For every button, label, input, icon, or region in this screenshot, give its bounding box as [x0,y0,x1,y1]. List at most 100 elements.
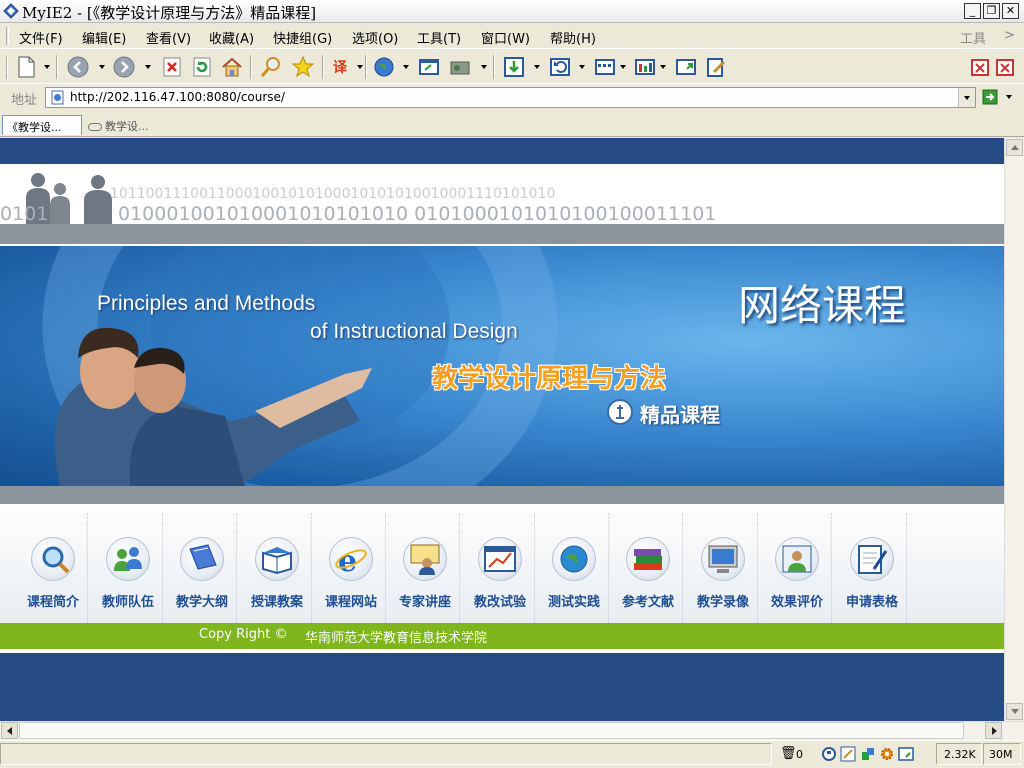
brush-icon[interactable] [840,746,856,762]
filter-icon[interactable] [633,55,657,79]
proxy-icon[interactable] [448,55,472,79]
nav-item[interactable]: 教改试验 [461,513,535,623]
menu-tools[interactable]: 工具(T) [417,28,461,47]
address-input[interactable]: http://202.116.47.100:8080/course/ [45,87,976,108]
scroll-thumb[interactable] [19,722,964,739]
nav-item[interactable]: 授课教案 [238,513,312,623]
nav-item[interactable]: 专家讲座 [386,513,460,623]
tab-inactive[interactable]: 教学设... [84,115,164,135]
nav-item-label: 教学大纲 [175,595,228,610]
chevron-right-icon[interactable]: > [1004,28,1015,43]
menu-file[interactable]: 文件(F) [19,28,63,47]
horizontal-scrollbar[interactable] [0,721,1024,740]
trash-icon[interactable]: 🗑 [780,746,797,761]
svg-text:译: 译 [333,60,348,76]
close-icon: ✕ [1005,4,1016,17]
back-dropdown[interactable] [99,65,105,69]
toolbar-separator [365,55,367,79]
window-icon[interactable] [898,746,914,762]
nav-item[interactable]: 效果评价 [758,513,832,623]
scroll-down-button[interactable] [1006,703,1023,720]
nav-item[interactable]: 申请表格 [833,513,907,623]
home-icon[interactable] [220,55,244,79]
close-button[interactable]: ✕ [1002,3,1019,19]
grey-band-bottom [0,486,1004,504]
scroll-left-button[interactable] [1,722,18,739]
menu-favorites[interactable]: 收藏(A) [209,28,254,47]
nav-item[interactable]: e 课程网站 [312,513,386,623]
tab-active[interactable]: 《教学设... [2,115,82,135]
refresh-icon[interactable] [190,55,214,79]
nav-item[interactable]: 教师队伍 [89,513,163,623]
restore-button[interactable]: ❐ [983,3,1000,19]
new-window-icon[interactable] [14,55,38,79]
page-icon [51,90,64,105]
download-dropdown[interactable] [534,65,540,69]
address-dropdown-button[interactable] [958,88,975,107]
menu-options[interactable]: 选项(O) [352,28,398,47]
toolbar-grip[interactable] [6,55,8,79]
menu-edit[interactable]: 编辑(E) [82,28,126,47]
svg-text:e: e [338,544,357,579]
close-all-icon[interactable] [970,55,990,79]
edit-icon[interactable] [704,55,728,79]
undo-icon[interactable] [548,55,572,79]
menu-window[interactable]: 窗口(W) [481,28,530,47]
translate-dropdown[interactable] [357,65,363,69]
computer-monitor-icon [708,545,738,573]
nav-item[interactable]: 课程简介 [14,513,88,623]
nav-item[interactable]: 教学录像 [684,513,758,623]
back-icon[interactable] [66,55,90,79]
favorites-star-icon[interactable] [291,55,315,79]
nav-item-label: 课程网站 [324,595,377,610]
go-dropdown[interactable] [1006,95,1012,99]
grey-band-top [0,224,1004,244]
menu-grip[interactable] [6,27,9,45]
nav-icon-badge [701,537,745,581]
scroll-up-button[interactable] [1006,139,1023,156]
nav-icon-badge [552,537,596,581]
filter-dropdown[interactable] [660,65,666,69]
globe-dropdown[interactable] [403,65,409,69]
vertical-scrollbar[interactable] [1004,138,1024,721]
menu-groups[interactable]: 快捷组(G) [273,28,332,47]
plugin-icon[interactable] [860,746,876,762]
forward-icon[interactable] [112,55,136,79]
nav-item[interactable]: 教学大纲 [163,513,237,623]
menu-view[interactable]: 查看(V) [146,28,191,47]
translate-icon[interactable]: 译 [332,55,356,79]
stop-icon[interactable] [160,55,184,79]
layout-dropdown[interactable] [620,65,626,69]
proxy-dropdown[interactable] [481,65,487,69]
open-window-icon[interactable] [417,55,441,79]
layout-icon[interactable] [593,55,617,79]
gear-icon[interactable] [879,746,895,762]
download-icon[interactable] [502,55,526,79]
toolbar-separator [250,55,252,79]
popup-filter-icon[interactable] [821,746,837,762]
globe-icon[interactable] [372,55,396,79]
undo-dropdown[interactable] [579,65,585,69]
go-icon[interactable] [982,89,998,105]
new-window-dropdown[interactable] [44,65,50,69]
nav-item[interactable]: 参考文献 [609,513,683,623]
binary-line-1: 1011001110011000100101010001010101001000… [110,186,556,202]
minimize-button[interactable]: _ [964,3,981,19]
memory-panel: 30M [983,743,1021,765]
nav-icon-badge [180,537,224,581]
fullscreen-icon[interactable] [674,55,698,79]
main-toolbar: 译 [0,50,1024,84]
banner-network-course: 网络课程 [738,281,907,330]
nav-item[interactable]: 测试实践 [535,513,609,623]
search-icon[interactable] [259,55,283,79]
menu-help[interactable]: 帮助(H) [550,28,596,47]
copyright-label: Copy Right © [199,627,288,642]
tab-label: 《教学设... [7,121,62,134]
close-icon[interactable] [995,55,1015,79]
address-url[interactable]: http://202.116.47.100:8080/course/ [70,90,285,104]
tools-toolbar-label[interactable]: 工具 [960,28,986,47]
scroll-right-button[interactable] [985,722,1002,739]
forward-dropdown[interactable] [145,65,151,69]
ie-e-icon: e [335,544,367,579]
toolbar-separator [493,55,495,79]
